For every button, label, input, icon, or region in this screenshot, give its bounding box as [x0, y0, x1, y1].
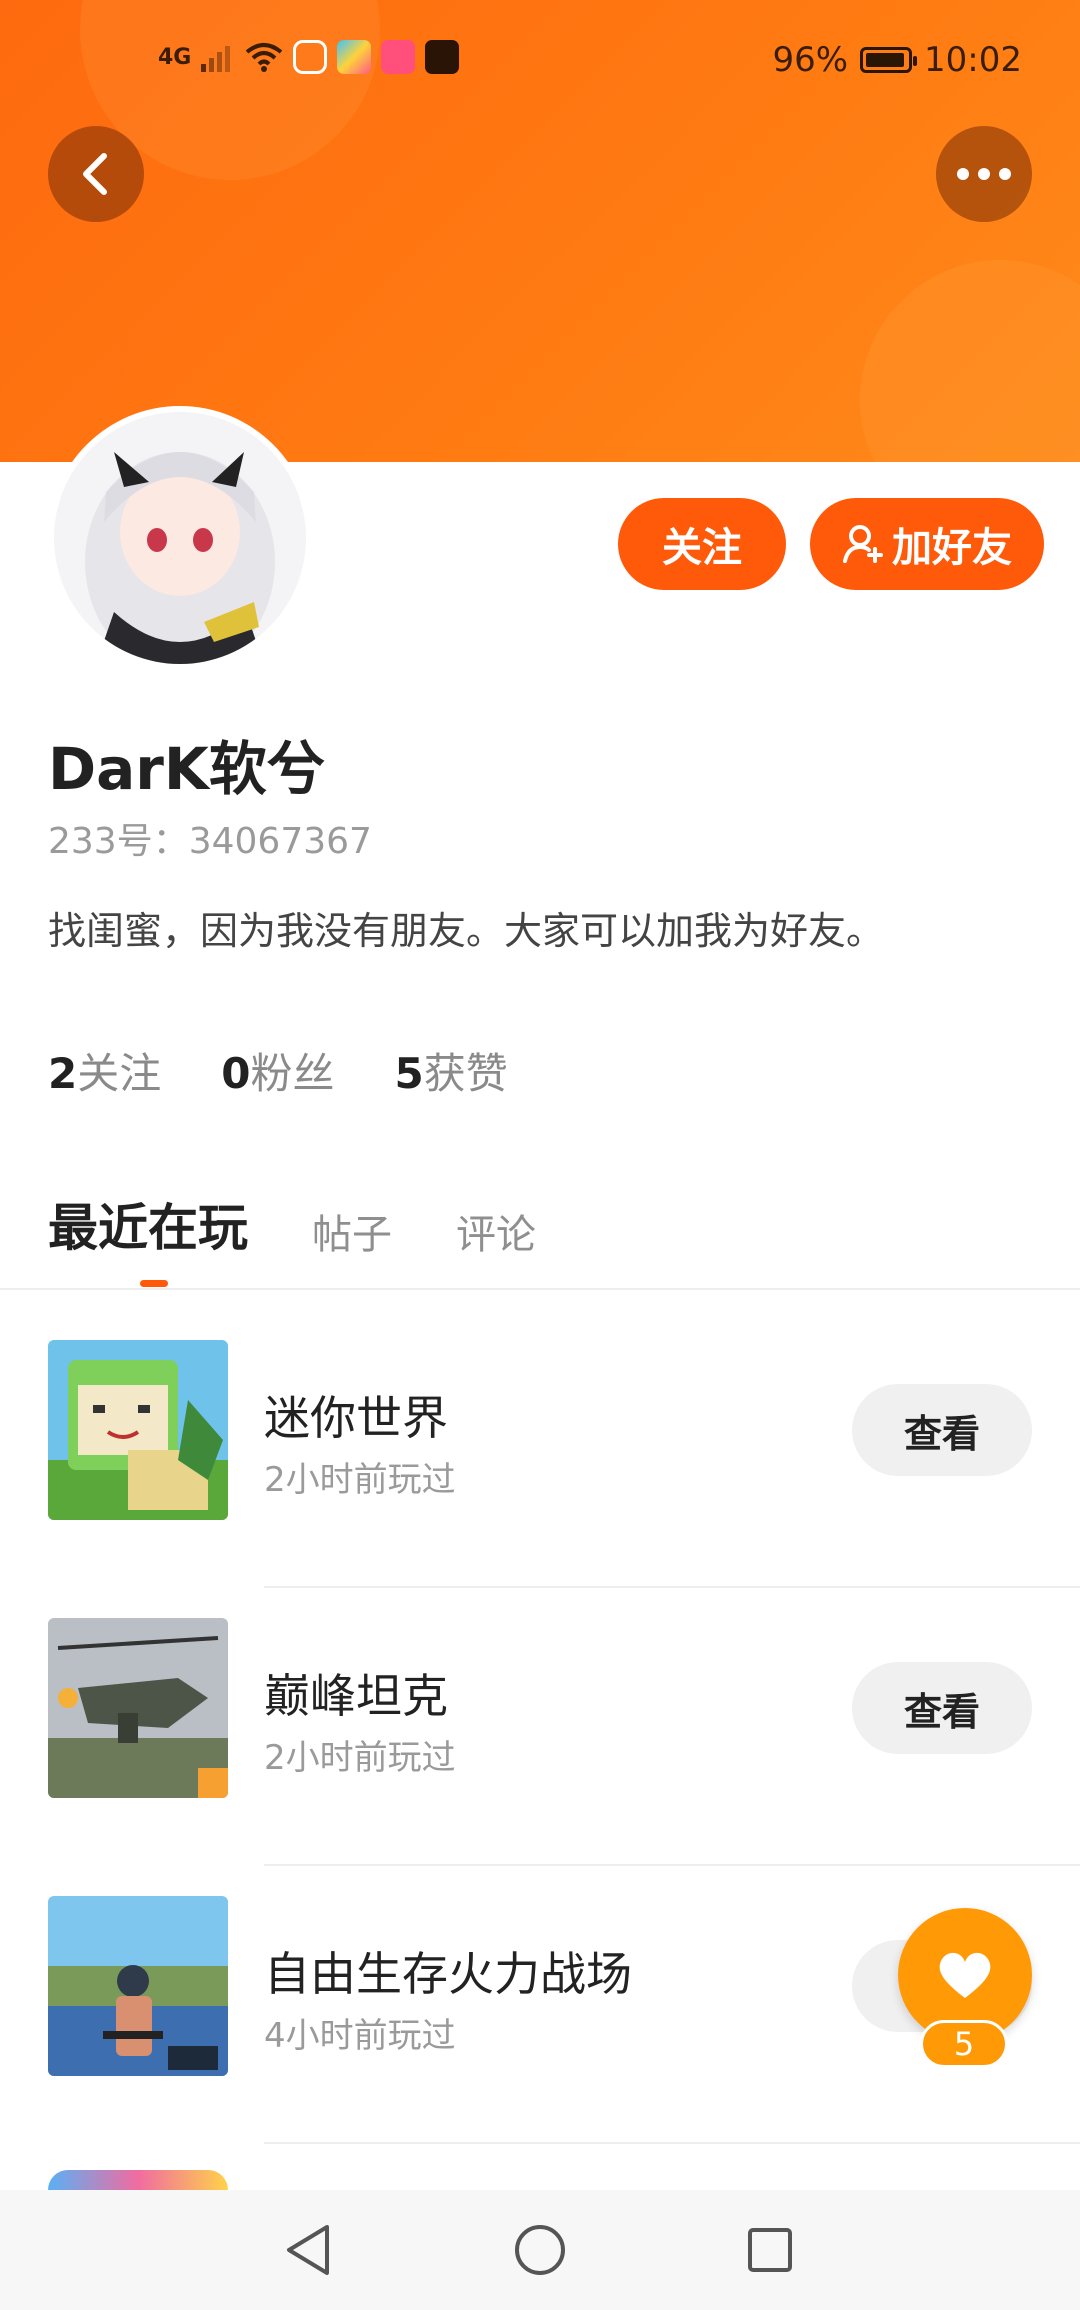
profile-header: 4G 96% 10:02	[0, 0, 1080, 462]
back-triangle-icon	[287, 2225, 329, 2275]
home-circle-icon	[515, 2225, 565, 2275]
list-item[interactable]: 巅峰坦克 2小时前玩过 查看	[0, 1588, 1080, 1866]
game-title: 自由生存火力战场	[264, 1947, 632, 2001]
nav-home-button[interactable]	[510, 2220, 570, 2280]
stat-value: 5	[394, 1049, 424, 1098]
like-count-badge: 5	[920, 2020, 1008, 2068]
system-nav-bar	[0, 2190, 1080, 2310]
stat-label: 粉丝	[250, 1049, 335, 1098]
tab-indicator	[140, 1280, 168, 1287]
add-user-icon	[843, 525, 883, 563]
stats-row: 2关注 0粉丝 5获赞	[48, 1040, 508, 1101]
battery-icon	[860, 47, 918, 73]
add-friend-button[interactable]: 加好友	[810, 498, 1044, 590]
app-icon-3	[381, 40, 416, 74]
list-item[interactable]: 迷你世界 2小时前玩过 查看	[0, 1310, 1080, 1588]
nav-back-button[interactable]	[278, 2220, 338, 2280]
status-bar: 4G 96% 10:02	[0, 0, 1080, 120]
heart-icon	[939, 1952, 991, 1998]
stat-fans[interactable]: 0粉丝	[221, 1040, 334, 1101]
game-last-played: 2小时前玩过	[264, 1460, 456, 1500]
clock: 10:02	[924, 40, 1022, 80]
view-button[interactable]: 查看	[852, 1662, 1032, 1754]
follow-label: 关注	[662, 525, 742, 571]
tab-comments[interactable]: 评论	[456, 1202, 536, 1260]
header-decoration	[860, 260, 1080, 462]
user-bio: 找闺蜜，因为我没有朋友。大家可以加我为好友。	[48, 909, 885, 953]
nav-recents-button[interactable]	[740, 2220, 800, 2280]
add-friend-label: 加好友	[892, 525, 1012, 571]
avatar-illustration	[54, 412, 306, 664]
follow-button[interactable]: 关注	[618, 498, 786, 590]
avatar[interactable]	[54, 412, 306, 664]
username: DarK软兮	[48, 735, 325, 803]
game-thumbnail	[48, 1896, 228, 2076]
more-dots-icon	[957, 168, 1011, 180]
network-type: 4G	[158, 44, 192, 70]
game-last-played: 2小时前玩过	[264, 1738, 456, 1778]
status-right: 96% 10:02	[772, 40, 1022, 80]
game-last-played: 4小时前玩过	[264, 2016, 456, 2056]
view-button[interactable]: 查看	[852, 1384, 1032, 1476]
recents-square-icon	[748, 2228, 792, 2272]
wifi-icon	[246, 43, 283, 72]
game-thumbnail	[48, 1618, 228, 1798]
stat-label: 获赞	[423, 1049, 508, 1098]
battery-fill	[866, 53, 905, 67]
stat-value: 0	[221, 1049, 251, 1098]
tab-posts[interactable]: 帖子	[312, 1202, 392, 1260]
more-button[interactable]	[936, 126, 1032, 222]
app-icon-1	[293, 40, 328, 74]
app-icon-2	[337, 40, 372, 74]
user-id: 233号：34067367	[48, 821, 372, 862]
divider	[0, 1288, 1080, 1290]
app-icon-4	[425, 40, 460, 74]
divider	[264, 2142, 1080, 2144]
stat-label: 关注	[77, 1049, 162, 1098]
stat-likes[interactable]: 5获赞	[395, 1040, 508, 1101]
chevron-left-icon	[83, 153, 107, 195]
game-title: 迷你世界	[264, 1391, 448, 1445]
signal-icon	[201, 46, 231, 72]
tab-recently-played[interactable]: 最近在玩	[48, 1188, 248, 1260]
game-thumbnail	[48, 1340, 228, 1520]
battery-percent: 96%	[772, 40, 849, 80]
profile-tabs: 最近在玩 帖子 评论	[48, 1188, 536, 1260]
back-button[interactable]	[48, 126, 144, 222]
status-left-icons: 4G	[158, 40, 460, 74]
stat-following[interactable]: 2关注	[48, 1040, 161, 1101]
stat-value: 2	[48, 1049, 78, 1098]
game-title: 巅峰坦克	[264, 1669, 448, 1723]
